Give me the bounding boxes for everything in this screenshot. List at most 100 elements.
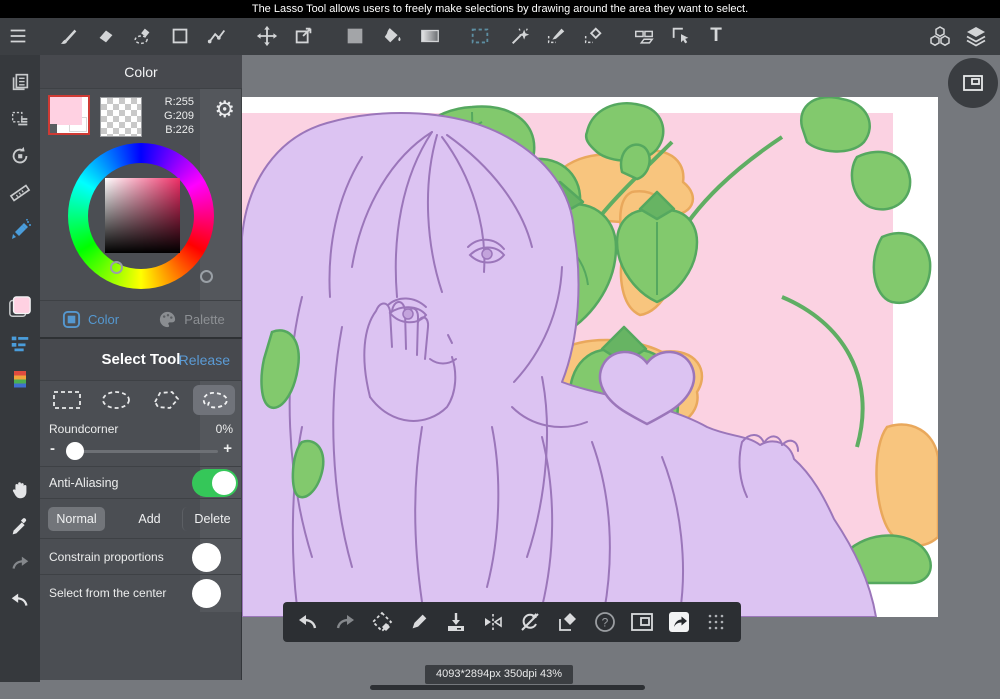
move-icon[interactable] xyxy=(255,24,279,48)
select-tool-header: Select Tool Release xyxy=(40,337,242,380)
select-from-center-toggle[interactable] xyxy=(192,579,221,608)
rotate-view-icon[interactable] xyxy=(8,144,32,168)
drag-handle-icon[interactable] xyxy=(703,609,729,635)
canvas-status: 4093*2894px 350dpi 43% xyxy=(425,665,574,684)
clear-selection-button[interactable] xyxy=(555,609,581,635)
text-tool-glyph: T xyxy=(710,25,722,46)
material-icon[interactable] xyxy=(928,24,952,48)
airbrush-icon[interactable] xyxy=(8,218,32,242)
select-from-center-row: Select from the center xyxy=(40,574,242,610)
text-tool-icon[interactable]: T xyxy=(704,24,728,48)
tab-color[interactable]: Color xyxy=(40,301,141,337)
main-toolbar: T xyxy=(0,18,1000,55)
rgb-b: B:226 xyxy=(165,124,194,136)
gear-icon[interactable]: ⚙ xyxy=(214,98,235,122)
ruler-icon[interactable] xyxy=(8,181,32,205)
layers-icon[interactable] xyxy=(964,24,988,48)
transform-selection-button[interactable] xyxy=(369,609,395,635)
horizontal-scrollbar[interactable] xyxy=(370,685,645,690)
slider-minus[interactable]: - xyxy=(50,440,55,457)
select-layout-icon[interactable] xyxy=(8,107,32,131)
mode-add-button[interactable]: Add xyxy=(119,507,180,531)
transform-icon[interactable] xyxy=(292,24,316,48)
redo-button[interactable] xyxy=(332,609,358,635)
magic-wand-icon[interactable] xyxy=(508,24,532,48)
foreground-color-swatch-panel[interactable] xyxy=(48,95,90,135)
hand-icon[interactable] xyxy=(8,478,32,502)
selection-mode-row: Normal Add Delete xyxy=(40,498,242,538)
roundcorner-slider: - + xyxy=(40,440,242,464)
menu-icon[interactable] xyxy=(6,24,30,48)
tab-color-label: Color xyxy=(87,311,120,327)
lasso-eraser-icon[interactable] xyxy=(131,24,155,48)
saturation-value-square[interactable] xyxy=(105,178,180,253)
floating-window-icon xyxy=(963,75,983,91)
constrain-proportions-toggle[interactable] xyxy=(192,543,221,572)
share-button[interactable] xyxy=(666,609,692,635)
tab-palette-label: Palette xyxy=(184,311,225,327)
pages-icon[interactable] xyxy=(8,70,32,94)
fill-rect-icon[interactable] xyxy=(343,24,367,48)
eraser-icon[interactable] xyxy=(94,24,118,48)
object-select-icon[interactable] xyxy=(669,24,693,48)
nav-window-button[interactable] xyxy=(948,58,998,108)
slider-track[interactable] xyxy=(66,450,218,453)
brush-icon[interactable] xyxy=(57,24,81,48)
flip-horizontal-button[interactable] xyxy=(480,609,506,635)
save-button[interactable] xyxy=(443,609,469,635)
sv-selector[interactable] xyxy=(110,261,123,274)
bucket-icon[interactable] xyxy=(381,24,405,48)
release-link[interactable]: Release xyxy=(179,352,230,368)
pen-button[interactable] xyxy=(406,609,432,635)
color-wheel-area xyxy=(40,143,242,300)
divide-frame-icon[interactable] xyxy=(632,24,656,48)
select-shape-rectangle[interactable] xyxy=(46,385,88,415)
tooltip-bar: The Lasso Tool allows users to freely ma… xyxy=(0,0,1000,18)
floating-window-button[interactable] xyxy=(629,609,655,635)
color-swatch-row: R:255 G:209 B:226 ⚙ xyxy=(40,89,242,143)
color-set-icon[interactable] xyxy=(8,367,32,391)
select-shape-lasso[interactable] xyxy=(193,384,235,415)
gradient-icon[interactable] xyxy=(418,24,442,48)
tool-panel: Color R:255 G:209 B:226 ⚙ Color Palette … xyxy=(40,55,242,680)
color-palette-tabs: Color Palette xyxy=(40,300,242,337)
help-button[interactable]: ? xyxy=(592,609,618,635)
canvas[interactable] xyxy=(242,97,938,617)
slider-plus[interactable]: + xyxy=(223,440,232,457)
rgb-r: R:255 xyxy=(164,96,194,108)
color-panel-title: Color xyxy=(40,55,242,89)
rotate-reset-button[interactable] xyxy=(517,609,543,635)
slider-knob[interactable] xyxy=(66,442,84,460)
tab-palette[interactable]: Palette xyxy=(141,301,242,337)
selection-shape-row xyxy=(40,380,242,418)
roundcorner-value: 0% xyxy=(215,422,233,436)
anti-aliasing-toggle[interactable] xyxy=(192,469,238,497)
brush-settings-icon[interactable] xyxy=(8,331,32,355)
select-eraser-icon[interactable] xyxy=(581,24,605,48)
rect-tool-icon[interactable] xyxy=(168,24,192,48)
polyline-icon[interactable] xyxy=(205,24,229,48)
medibang-paint-app: { "tooltip_bar": { "text": "The Lasso To… xyxy=(0,0,1000,699)
left-sidebar xyxy=(0,55,40,682)
roundcorner-row: Roundcorner 0% xyxy=(40,418,242,440)
constrain-proportions-row: Constrain proportions xyxy=(40,538,242,574)
transparent-color-swatch[interactable] xyxy=(100,97,142,137)
select-pen-icon[interactable] xyxy=(544,24,568,48)
redo-icon[interactable] xyxy=(8,552,32,576)
marquee-select-icon[interactable] xyxy=(468,24,492,48)
hue-selector[interactable] xyxy=(200,270,213,283)
select-tool-title: Select Tool xyxy=(101,351,181,368)
mode-delete-button[interactable]: Delete xyxy=(182,506,242,531)
bottom-toolbar: ? xyxy=(283,602,741,642)
select-shape-polygon[interactable] xyxy=(144,385,186,415)
foreground-color-swatch[interactable] xyxy=(8,295,32,319)
constrain-proportions-label: Constrain proportions xyxy=(49,550,164,564)
undo-icon[interactable] xyxy=(8,589,32,613)
svg-text:?: ? xyxy=(601,616,608,630)
rgb-readout: R:255 G:209 B:226 xyxy=(164,95,194,137)
mode-normal-button[interactable]: Normal xyxy=(48,506,106,531)
undo-button[interactable] xyxy=(295,609,321,635)
eyedropper-icon[interactable] xyxy=(8,515,32,539)
select-shape-ellipse[interactable] xyxy=(95,385,137,415)
anti-aliasing-row: Anti-Aliasing xyxy=(40,466,242,498)
